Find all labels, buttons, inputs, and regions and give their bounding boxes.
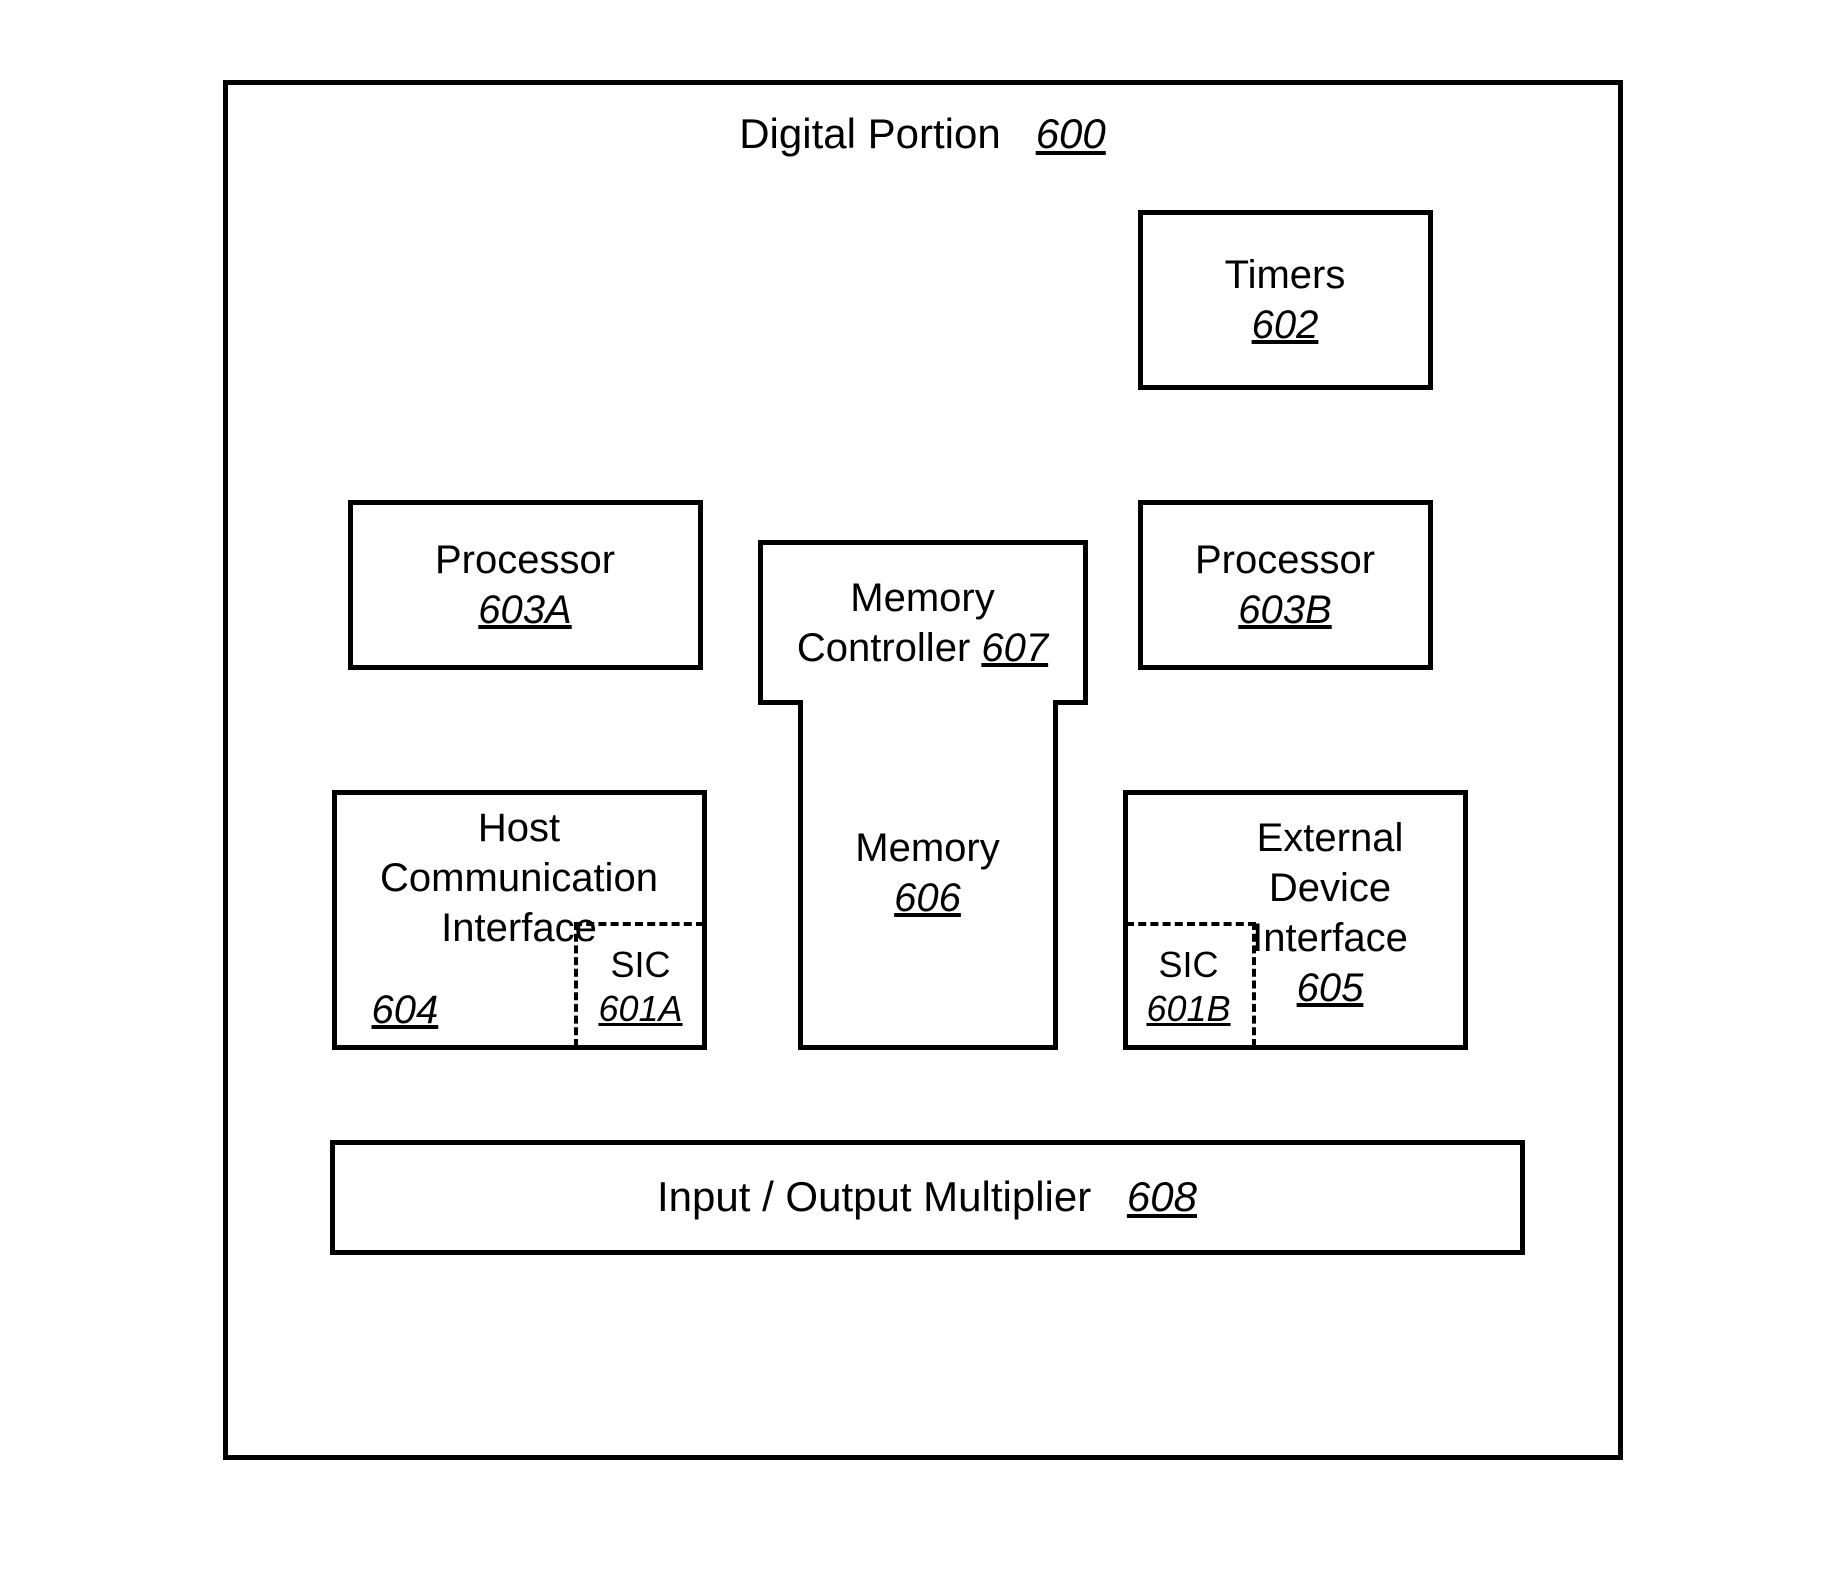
digital-portion-block: Digital Portion 600 Timers 602 Processor… (223, 80, 1623, 1460)
host-line1: Host (478, 806, 560, 850)
processor-a-box: Processor 603A (348, 500, 703, 670)
host-line2: Communication (380, 856, 658, 900)
host-ref: 604 (372, 988, 439, 1032)
sic-a-box: SIC 601A (574, 922, 704, 1047)
sic-b-label: SIC (1158, 943, 1218, 986)
timers-box: Timers 602 (1138, 210, 1433, 390)
processor-b-ref: 603B (1238, 585, 1331, 635)
extdev-line1: External Device (1257, 816, 1404, 910)
processor-a-ref: 603A (478, 585, 571, 635)
processor-b-box: Processor 603B (1138, 500, 1433, 670)
title-label: Digital Portion (739, 110, 1000, 157)
sic-a-ref: 601A (598, 987, 682, 1030)
title-ref: 600 (1036, 110, 1106, 157)
timers-ref: 602 (1252, 300, 1319, 350)
io-multiplier-box: Input / Output Multiplier 608 (330, 1140, 1525, 1255)
memory-label: Memory (855, 823, 999, 873)
io-multiplier-ref: 608 (1127, 1171, 1197, 1224)
memory-controller-ref: 607 (981, 626, 1048, 670)
sic-b-box: SIC 601B (1126, 922, 1256, 1047)
timers-label: Timers (1225, 250, 1346, 300)
host-ref-wrap: 604 (372, 985, 439, 1035)
memory-controller-label1: Memory (850, 573, 994, 623)
sic-a-label: SIC (610, 943, 670, 986)
block-title: Digital Portion 600 (228, 85, 1618, 158)
host-communication-interface-box: Host Communication Interface 604 SIC 601… (332, 790, 707, 1050)
memory-box: Memory 606 (798, 700, 1058, 1050)
extdev-line2: Interface (1252, 916, 1408, 960)
io-multiplier-label: Input / Output Multiplier (657, 1171, 1091, 1224)
memory-controller-box: Memory Controller 607 (758, 540, 1088, 705)
processor-b-label: Processor (1195, 535, 1375, 585)
external-device-interface-box: External Device Interface 605 SIC 601B (1123, 790, 1468, 1050)
memory-controller-label2: Controller (797, 626, 970, 670)
memory-ref: 606 (894, 873, 961, 923)
sic-b-ref: 601B (1146, 987, 1230, 1030)
extdev-ref: 605 (1297, 966, 1364, 1010)
processor-a-label: Processor (435, 535, 615, 585)
